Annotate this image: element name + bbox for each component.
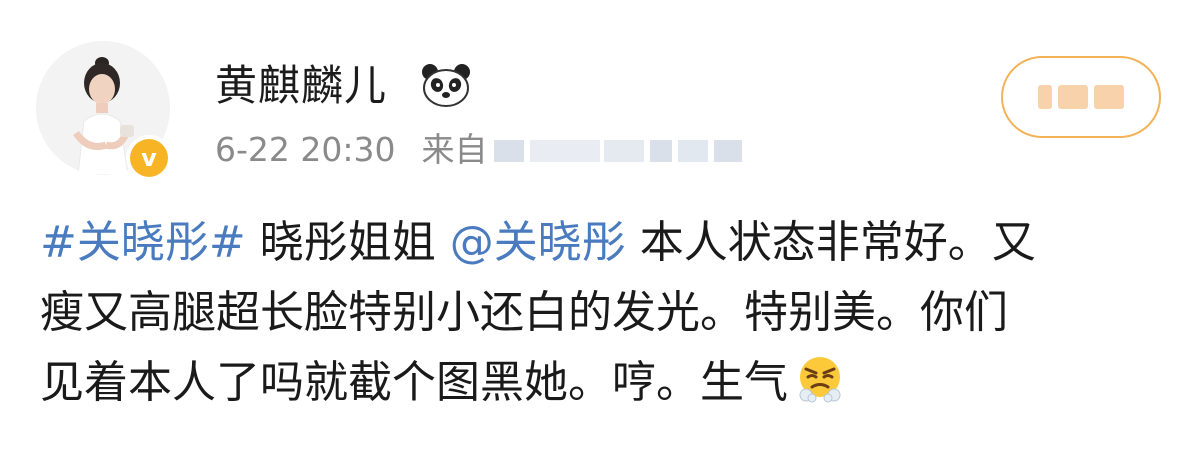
source-label: 来自 <box>421 130 488 169</box>
source-client-blurred[interactable] <box>493 130 744 170</box>
post-text-segment: 本人状态非常好。又 <box>625 217 1036 268</box>
follow-button[interactable] <box>1001 56 1161 138</box>
panda-icon <box>422 64 470 107</box>
verified-badge: v <box>126 135 172 181</box>
username[interactable]: 黄麒麟儿 <box>215 60 387 112</box>
angry-face-icon <box>799 357 841 403</box>
post-time: 6-22 20:30 <box>215 130 396 169</box>
hashtag-link[interactable]: #关晓彤# <box>40 217 246 268</box>
post-line-1: #关晓彤# 晓彤姐姐 @关晓彤 本人状态非常好。又 <box>40 208 1180 278</box>
post-text-segment: 见着本人了吗就截个图黑她。哼。生气 <box>40 357 788 408</box>
follow-button-label-blurred <box>1038 85 1124 109</box>
post-text-segment: 晓彤姐姐 <box>245 217 450 268</box>
post-line-3: 见着本人了吗就截个图黑她。哼。生气 <box>40 348 1180 418</box>
post-meta: 6-22 20:30 来自 <box>215 128 744 172</box>
mention-link[interactable]: @关晓彤 <box>450 217 626 268</box>
post-line-2: 瘦又高腿超长脸特别小还白的发光。特别美。你们 <box>40 287 1008 338</box>
post-content: #关晓彤# 晓彤姐姐 @关晓彤 本人状态非常好。又 瘦又高腿超长脸特别小还白的发… <box>40 208 1180 418</box>
verified-icon: v <box>130 139 168 177</box>
